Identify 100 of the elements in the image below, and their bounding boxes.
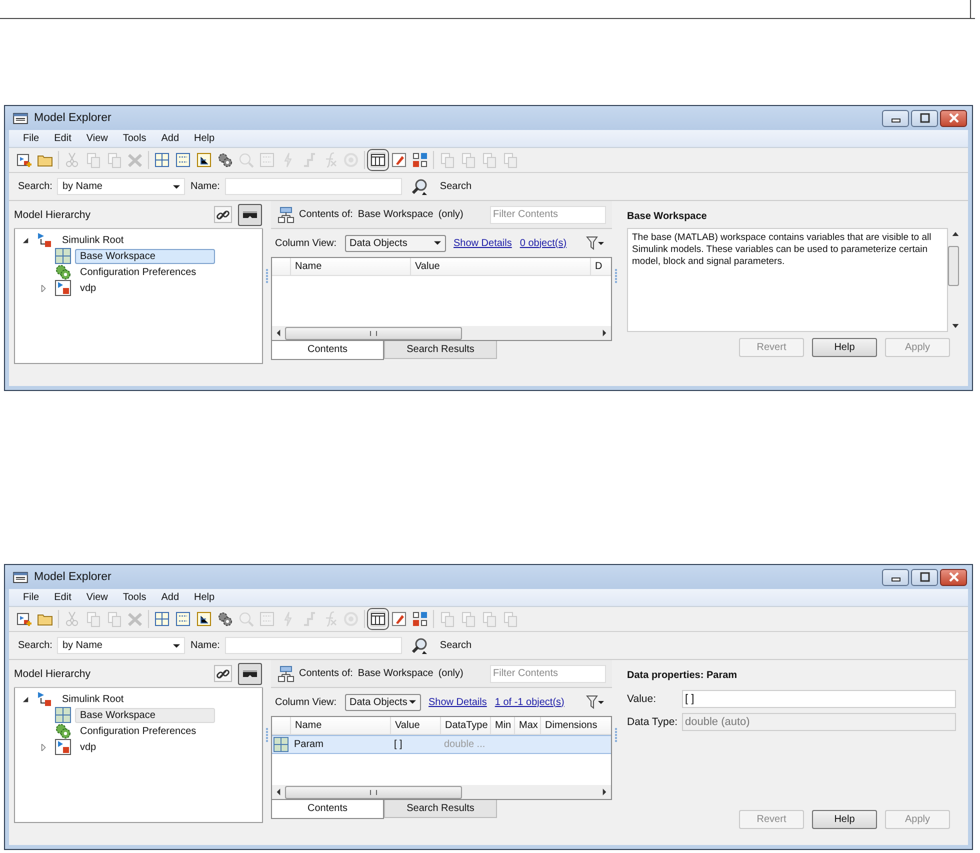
name-field[interactable] — [224, 178, 402, 195]
tree-item[interactable]: Base Workspace — [75, 248, 215, 264]
tree-item[interactable]: vdp — [75, 740, 102, 754]
column-header[interactable]: Dimensions — [540, 717, 600, 734]
close-button[interactable] — [940, 110, 967, 126]
maximize-button[interactable] — [911, 110, 938, 126]
filter-icon[interactable] — [586, 236, 604, 250]
menu-item[interactable]: View — [78, 592, 115, 603]
tab[interactable]: Contents — [271, 341, 384, 360]
search-icon[interactable] — [410, 178, 429, 196]
search-mode-dropdown[interactable]: by Name — [57, 637, 186, 654]
chart-icon[interactable] — [196, 152, 212, 168]
contents-label: Contents of: — [299, 209, 353, 220]
menu-item[interactable]: Help — [186, 592, 222, 603]
columns-icon[interactable] — [370, 611, 386, 627]
search-icon[interactable] — [410, 636, 429, 654]
minimize-button[interactable] — [882, 110, 909, 126]
tree-item[interactable]: Configuration Preferences — [75, 724, 202, 738]
close-button[interactable] — [940, 568, 967, 586]
scrollbar-thumb[interactable] — [285, 786, 462, 798]
dialog-button[interactable]: Help — [812, 338, 877, 357]
chart-icon[interactable] — [196, 611, 212, 627]
contents-label: Contents of: — [299, 668, 353, 679]
tree-item[interactable]: Simulink Root — [57, 232, 129, 248]
column-header[interactable]: Max — [514, 717, 540, 734]
menu-item[interactable]: Edit — [46, 592, 78, 603]
tree-item[interactable]: Base Workspace — [75, 708, 215, 722]
field-label: Value: — [627, 692, 657, 704]
filter-icon[interactable] — [586, 695, 604, 709]
tab[interactable]: Contents — [271, 800, 384, 819]
value-field[interactable]: [ ] — [682, 690, 956, 708]
column-header[interactable]: Value — [390, 717, 440, 734]
search-mode-dropdown[interactable]: by Name — [57, 178, 186, 195]
object-count-link[interactable]: 0 object(s) — [520, 238, 567, 248]
tiles-icon[interactable] — [412, 611, 428, 627]
expander-icon[interactable] — [22, 236, 29, 244]
tab[interactable]: Search Results — [384, 341, 497, 359]
scroll-right-icon[interactable] — [602, 788, 607, 796]
scrollbar-thumb[interactable] — [285, 326, 462, 340]
tab[interactable]: Search Results — [384, 800, 497, 818]
name-label: Name: — [190, 640, 220, 651]
tree-item[interactable]: vdp — [75, 280, 102, 296]
filter-field[interactable]: Filter Contents — [490, 206, 606, 224]
column-view-dropdown[interactable]: Data Objects — [344, 694, 421, 710]
binary-icon[interactable] — [175, 611, 191, 627]
scrollbar-thumb[interactable] — [948, 246, 959, 286]
menu-item[interactable]: Add — [153, 592, 186, 603]
search-button[interactable]: Search — [440, 181, 472, 192]
tiles-icon[interactable] — [412, 152, 428, 168]
search-button[interactable]: Search — [440, 640, 472, 651]
columns-icon[interactable] — [370, 152, 386, 168]
mask-button[interactable] — [238, 662, 262, 684]
scroll-left-icon[interactable] — [276, 788, 281, 796]
gear-icon[interactable] — [217, 152, 233, 168]
column-header[interactable]: Name — [290, 258, 410, 275]
binary-icon[interactable] — [175, 152, 191, 168]
link-button[interactable] — [214, 665, 232, 682]
column-header[interactable]: Min — [490, 717, 514, 734]
menu-item[interactable]: Edit — [46, 133, 78, 144]
tag-icon[interactable] — [391, 611, 407, 627]
scroll-right-icon[interactable] — [602, 329, 607, 337]
object-count-link[interactable]: 1 of -1 object(s) — [494, 696, 564, 708]
tree-item[interactable]: Configuration Preferences — [75, 264, 202, 280]
table-row[interactable]: Param [ ] double ... — [272, 735, 611, 754]
dialog-button[interactable]: Help — [812, 810, 877, 829]
menu-item[interactable]: View — [78, 133, 115, 144]
mask-icon — [242, 668, 258, 680]
show-details-link[interactable]: Show Details — [428, 696, 487, 708]
filter-field[interactable]: Filter Contents — [490, 664, 606, 682]
model-icon — [55, 280, 71, 296]
menu-item[interactable]: Tools — [114, 592, 154, 603]
name-field[interactable] — [224, 637, 402, 654]
menu-item[interactable]: Add — [153, 133, 186, 144]
column-view-dropdown[interactable]: Data Objects — [344, 234, 446, 252]
column-header[interactable]: Name — [290, 717, 390, 734]
link-button[interactable] — [214, 206, 232, 223]
grid-icon[interactable] — [154, 611, 170, 627]
column-header[interactable]: D — [590, 258, 606, 275]
scroll-down-icon[interactable] — [952, 324, 958, 328]
new-model-icon[interactable] — [16, 152, 32, 168]
mask-button[interactable] — [238, 204, 262, 226]
expander-icon[interactable] — [22, 696, 29, 702]
name-label: Name: — [190, 181, 220, 192]
menu-item[interactable]: Help — [186, 133, 222, 144]
minimize-button[interactable] — [882, 568, 909, 586]
maximize-button[interactable] — [911, 568, 938, 586]
grid-icon[interactable] — [154, 152, 170, 168]
column-header[interactable]: DataType — [440, 717, 490, 734]
menu-item[interactable]: Tools — [114, 133, 154, 144]
gear-icon[interactable] — [217, 611, 233, 627]
tree-item[interactable]: Simulink Root — [57, 692, 129, 706]
root-icon — [37, 232, 53, 248]
scroll-up-icon[interactable] — [952, 232, 958, 236]
show-details-link[interactable]: Show Details — [454, 238, 512, 248]
tag-icon[interactable] — [391, 152, 407, 168]
column-header[interactable]: Value — [410, 258, 590, 275]
menu-item[interactable]: File — [15, 592, 46, 603]
menu-item[interactable]: File — [15, 133, 46, 144]
scroll-left-icon[interactable] — [276, 329, 281, 337]
new-model-icon[interactable] — [16, 611, 32, 627]
